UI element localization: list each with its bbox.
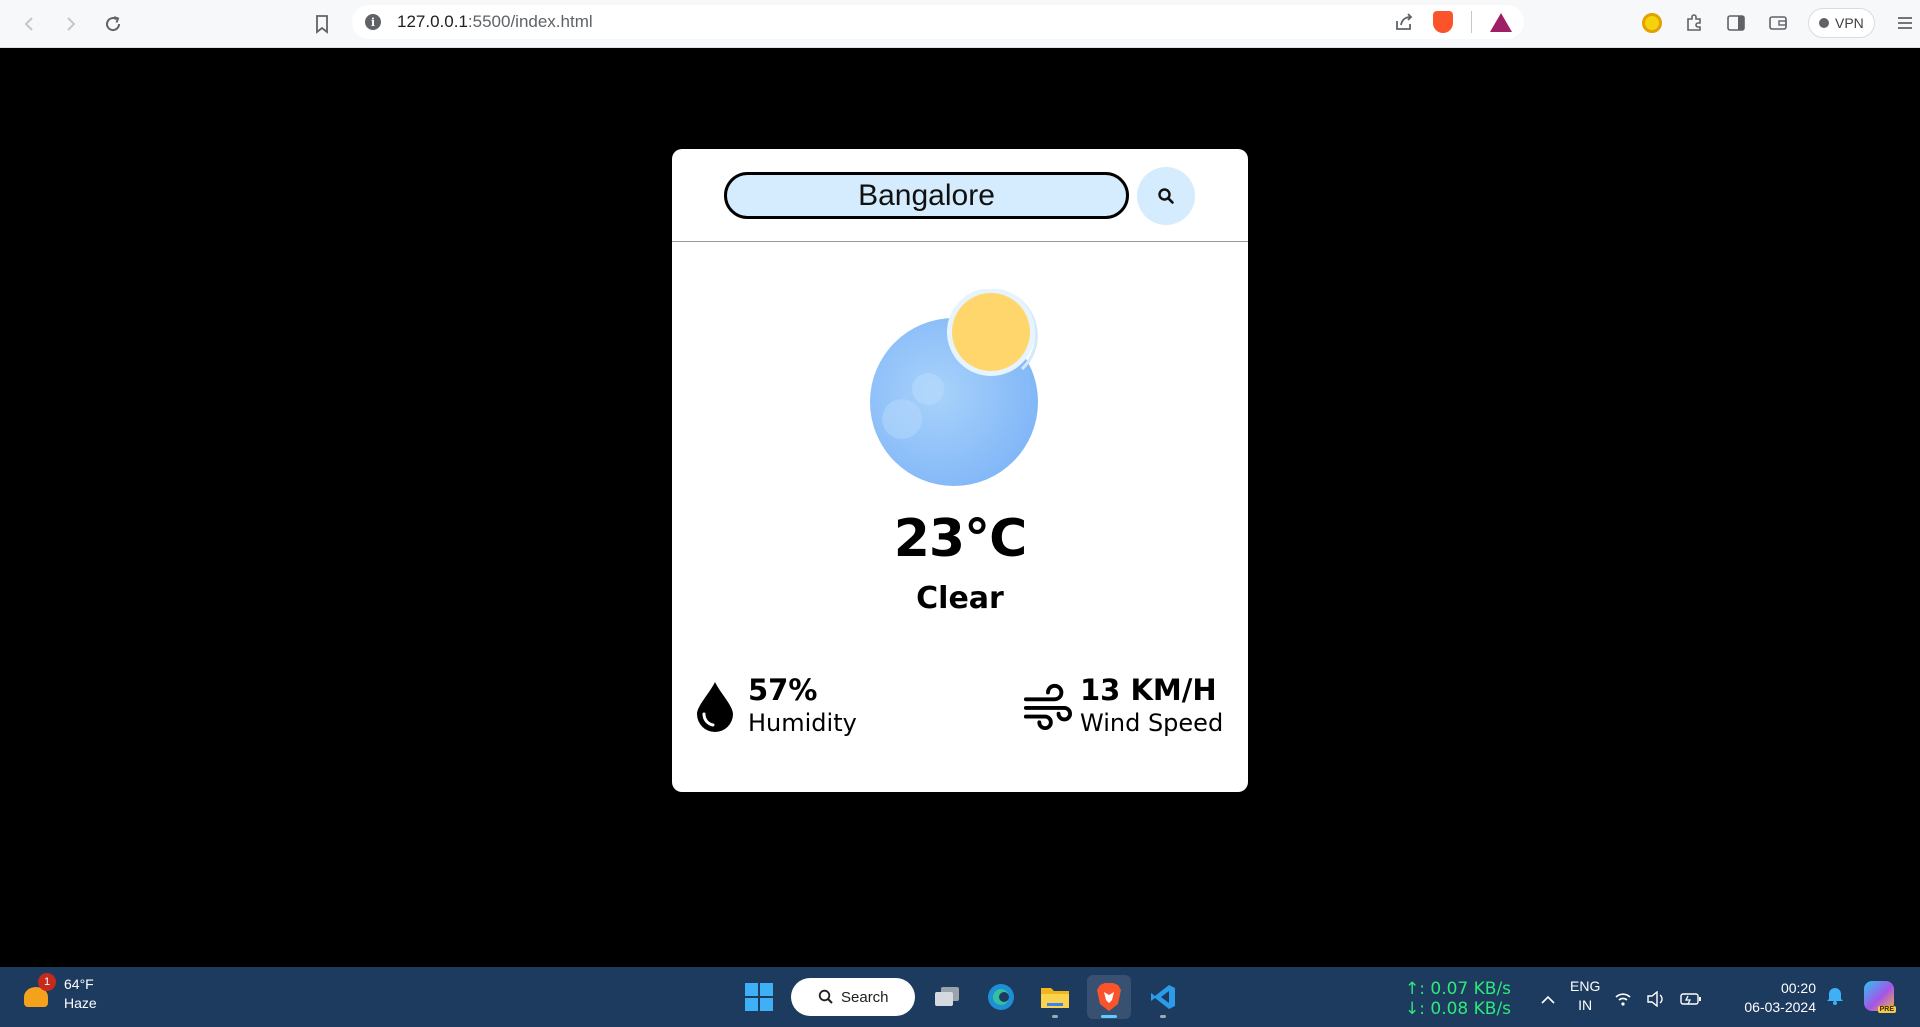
taskbar-search[interactable]: Search [791, 978, 915, 1016]
brave-shields-icon[interactable] [1433, 11, 1453, 33]
vpn-status-icon [1819, 18, 1829, 28]
humidity-label: Humidity [748, 709, 857, 737]
wifi-icon[interactable] [1614, 991, 1632, 1007]
wind-label: Wind Speed [1080, 709, 1224, 737]
reload-icon [106, 16, 121, 32]
site-info-icon[interactable]: i [365, 14, 381, 30]
preview-badge: PRE [1877, 1006, 1896, 1013]
notification-badge: 1 [38, 973, 56, 991]
region-code: IN [1578, 997, 1593, 1013]
temperature: 23°C [893, 509, 1028, 569]
task-view-icon [935, 987, 959, 1006]
bookmark-button[interactable] [302, 4, 342, 44]
humidity-value: 57% [748, 673, 818, 707]
weather-card: 23°C Clear 57% Humidity 13 KM/H Wind Spe… [672, 149, 1248, 792]
vpn-label: VPN [1835, 15, 1864, 31]
vscode-icon [1151, 985, 1175, 1009]
volume-icon[interactable] [1646, 991, 1666, 1007]
download-speed: ↓: 0.08 KB/s [1405, 999, 1512, 1019]
brave-rewards-icon[interactable] [1490, 12, 1512, 32]
search-label: Search [841, 988, 889, 1006]
vscode-app[interactable] [1141, 975, 1185, 1019]
widget-temperature: 64°F [64, 976, 94, 992]
wind-icon [1023, 683, 1072, 730]
bookmark-icon [316, 15, 328, 34]
widget-condition: Haze [64, 995, 97, 1011]
wind-stat: 13 KM/H Wind Speed [1022, 673, 1223, 739]
address-bar[interactable]: i 127.0.0.1:5500/index.html [352, 5, 1524, 39]
notification-bell-icon[interactable] [1826, 985, 1844, 1005]
task-view-button[interactable] [925, 975, 969, 1019]
edge-browser-app[interactable] [979, 975, 1023, 1019]
haze-weather-icon: 1 [22, 973, 56, 1009]
hamburger-icon [1897, 17, 1912, 29]
wind-value: 13 KM/H [1080, 673, 1217, 707]
url-host: 127.0.0.1 [397, 12, 468, 31]
extensions-puzzle-icon[interactable] [1682, 11, 1706, 35]
edge-icon [988, 984, 1014, 1010]
search-button[interactable] [1137, 167, 1195, 225]
weather-widget[interactable]: 1 64°F Haze [22, 973, 97, 1013]
brave-browser-app[interactable] [1087, 975, 1131, 1019]
search-icon [818, 989, 833, 1004]
sidebar-toggle-icon[interactable] [1724, 11, 1748, 35]
reload-button[interactable] [93, 4, 133, 44]
clock-time: 00:20 [1780, 980, 1816, 996]
back-button[interactable] [10, 4, 50, 44]
arrow-left-icon [24, 17, 33, 31]
water-drop-icon [697, 682, 733, 732]
share-icon[interactable] [1393, 11, 1415, 33]
battery-icon[interactable] [1680, 992, 1702, 1006]
menu-button[interactable] [1893, 11, 1917, 35]
wallet-icon[interactable] [1766, 11, 1790, 35]
clear-weather-icon [870, 289, 1038, 486]
start-button[interactable] [737, 975, 781, 1019]
weather-condition: Clear [916, 581, 1004, 616]
arrow-right-icon [67, 17, 76, 31]
system-tray: ENG IN [1540, 977, 1702, 1015]
search-bar [672, 149, 1248, 242]
forward-button[interactable] [50, 4, 90, 44]
divider [1471, 11, 1472, 33]
system-clock[interactable]: 00:20 06-03-2024 [1736, 979, 1816, 1017]
language-indicator[interactable]: ENG IN [1570, 977, 1600, 1015]
windows-taskbar: 1 64°F Haze Search ↑: 0.07 KB/s ↓: 0.08 … [0, 967, 1920, 1027]
vpn-button[interactable]: VPN [1808, 8, 1875, 38]
upload-speed: ↑: 0.07 KB/s [1405, 979, 1512, 999]
url-path: :5500/index.html [467, 12, 593, 31]
search-icon [1158, 188, 1174, 204]
folder-icon [1041, 988, 1069, 1008]
url-text[interactable]: 127.0.0.1:5500/index.html [397, 12, 593, 32]
network-speed-meter: ↑: 0.07 KB/s ↓: 0.08 KB/s [1405, 979, 1511, 1019]
brave-icon [1097, 983, 1121, 1011]
humidity-stat: 57% Humidity [690, 673, 857, 739]
copilot-icon[interactable]: PRE [1864, 981, 1896, 1013]
extension-yellow-icon[interactable] [1640, 11, 1664, 35]
language-code: ENG [1570, 978, 1601, 994]
city-search-input[interactable] [724, 172, 1129, 219]
file-explorer-app[interactable] [1033, 975, 1077, 1019]
clock-date: 06-03-2024 [1744, 999, 1816, 1015]
chevron-up-icon[interactable] [1540, 994, 1556, 1006]
browser-toolbar: i 127.0.0.1:5500/index.html VPN [0, 0, 1920, 48]
